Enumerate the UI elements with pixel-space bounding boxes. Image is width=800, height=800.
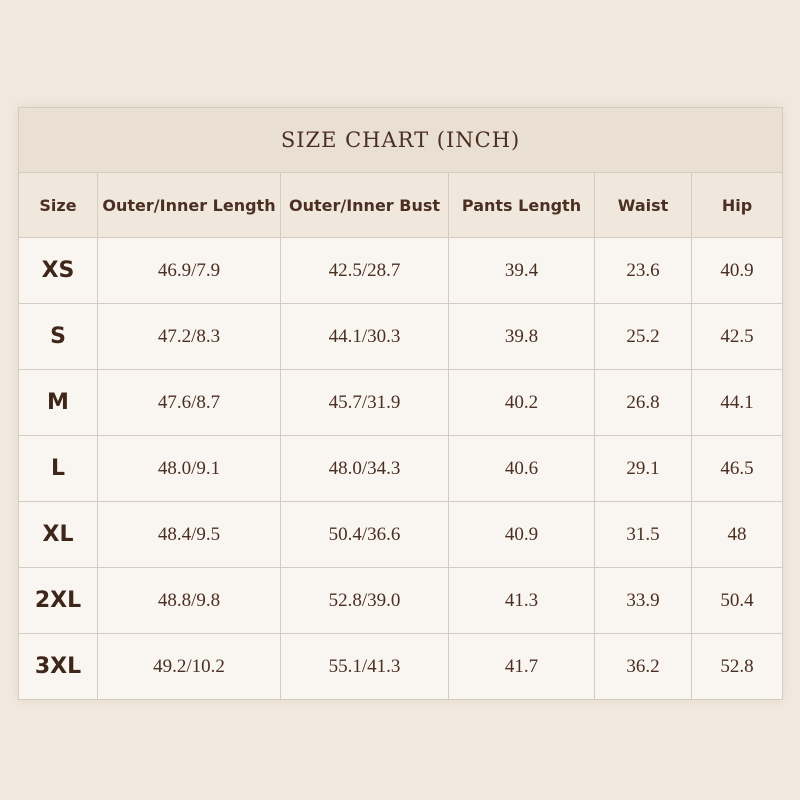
bust-cell: 55.1/41.3 bbox=[280, 633, 449, 700]
length-cell: 47.2/8.3 bbox=[97, 303, 281, 370]
pants-length-cell: 40.2 bbox=[448, 369, 595, 436]
pants-length-cell: 39.8 bbox=[448, 303, 595, 370]
waist-cell: 29.1 bbox=[594, 435, 692, 502]
length-cell: 48.4/9.5 bbox=[97, 501, 281, 568]
hip-cell: 50.4 bbox=[690, 567, 784, 634]
table-row: M 47.6/8.7 45.7/31.9 40.2 26.8 44.1 bbox=[18, 369, 784, 436]
hip-cell: 46.5 bbox=[690, 435, 784, 502]
bust-cell: 48.0/34.3 bbox=[280, 435, 449, 502]
bust-cell: 50.4/36.6 bbox=[280, 501, 449, 568]
table-row: 2XL 48.8/9.8 52.8/39.0 41.3 33.9 50.4 bbox=[18, 567, 784, 634]
length-cell: 47.6/8.7 bbox=[97, 369, 281, 436]
hip-cell: 42.5 bbox=[690, 303, 784, 370]
pants-length-cell: 41.7 bbox=[448, 633, 595, 700]
size-cell: XS bbox=[18, 237, 98, 304]
size-chart-table: SIZE CHART (INCH) Size Outer/Inner Lengt… bbox=[17, 107, 784, 700]
waist-cell: 23.6 bbox=[594, 237, 692, 304]
waist-cell: 26.8 bbox=[594, 369, 692, 436]
waist-cell: 33.9 bbox=[594, 567, 692, 634]
length-cell: 49.2/10.2 bbox=[97, 633, 281, 700]
size-cell: L bbox=[18, 435, 98, 502]
table-row: L 48.0/9.1 48.0/34.3 40.6 29.1 46.5 bbox=[18, 435, 784, 502]
waist-cell: 36.2 bbox=[594, 633, 692, 700]
header-row: Size Outer/Inner Length Outer/Inner Bust… bbox=[18, 172, 784, 238]
table-row: XS 46.9/7.9 42.5/28.7 39.4 23.6 40.9 bbox=[18, 237, 784, 304]
length-cell: 48.0/9.1 bbox=[97, 435, 281, 502]
title-row: SIZE CHART (INCH) bbox=[17, 107, 784, 173]
column-header-length: Outer/Inner Length bbox=[97, 172, 281, 238]
waist-cell: 31.5 bbox=[594, 501, 692, 568]
hip-cell: 52.8 bbox=[690, 633, 784, 700]
size-cell: 2XL bbox=[18, 567, 98, 634]
bust-cell: 44.1/30.3 bbox=[280, 303, 449, 370]
size-cell: XL bbox=[18, 501, 98, 568]
column-header-waist: Waist bbox=[594, 172, 692, 238]
hip-cell: 40.9 bbox=[690, 237, 784, 304]
hip-cell: 44.1 bbox=[690, 369, 784, 436]
bust-cell: 42.5/28.7 bbox=[280, 237, 449, 304]
pants-length-cell: 40.9 bbox=[448, 501, 595, 568]
column-header-size: Size bbox=[18, 172, 98, 238]
size-cell: S bbox=[18, 303, 98, 370]
pants-length-cell: 39.4 bbox=[448, 237, 595, 304]
hip-cell: 48 bbox=[690, 501, 784, 568]
column-header-hip: Hip bbox=[690, 172, 784, 238]
pants-length-cell: 41.3 bbox=[448, 567, 595, 634]
size-cell: 3XL bbox=[18, 633, 98, 700]
bust-cell: 45.7/31.9 bbox=[280, 369, 449, 436]
pants-length-cell: 40.6 bbox=[448, 435, 595, 502]
waist-cell: 25.2 bbox=[594, 303, 692, 370]
table-row: S 47.2/8.3 44.1/30.3 39.8 25.2 42.5 bbox=[18, 303, 784, 370]
size-chart: SIZE CHART (INCH) Size Outer/Inner Lengt… bbox=[17, 107, 784, 700]
table-row: 3XL 49.2/10.2 55.1/41.3 41.7 36.2 52.8 bbox=[18, 633, 784, 700]
chart-title: SIZE CHART (INCH) bbox=[17, 107, 784, 173]
column-header-pants-length: Pants Length bbox=[448, 172, 595, 238]
length-cell: 46.9/7.9 bbox=[97, 237, 281, 304]
size-cell: M bbox=[18, 369, 98, 436]
table-row: XL 48.4/9.5 50.4/36.6 40.9 31.5 48 bbox=[18, 501, 784, 568]
length-cell: 48.8/9.8 bbox=[97, 567, 281, 634]
column-header-bust: Outer/Inner Bust bbox=[280, 172, 449, 238]
bust-cell: 52.8/39.0 bbox=[280, 567, 449, 634]
